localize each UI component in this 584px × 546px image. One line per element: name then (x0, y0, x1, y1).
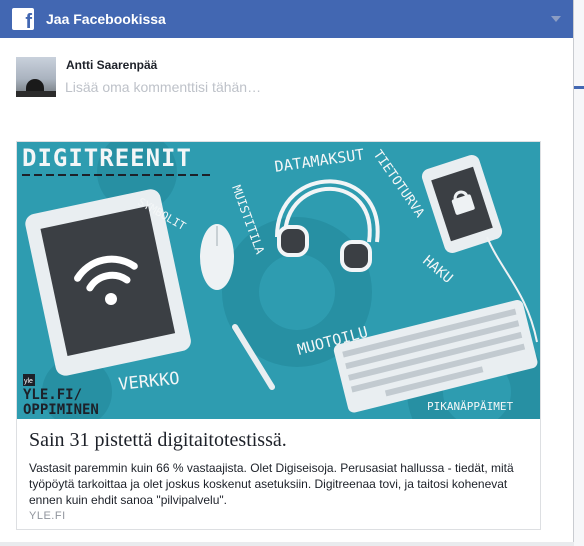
facebook-icon: f (12, 8, 34, 30)
preview-image[interactable]: DIGITREENIT DATAMAKSUT TIETOTURVA SYMBOL… (17, 142, 540, 419)
share-dialog: f Jaa Facebookissa Antti Saarenpää Lisää… (0, 0, 574, 542)
yle-url-line1: YLE.FI/ (23, 387, 82, 403)
background-page-edge (574, 0, 584, 546)
card-title[interactable]: Sain 31 pistettä digitaitotestissä. (29, 429, 287, 452)
comment-input[interactable] (65, 79, 545, 95)
card-domain: YLE.FI (29, 510, 66, 522)
yle-logo: yle (24, 378, 33, 385)
yle-url-line2: OPPIMINEN (23, 402, 99, 418)
chevron-down-icon[interactable] (551, 16, 561, 22)
avatar (16, 57, 56, 97)
user-name: Antti Saarenpää (66, 58, 158, 72)
card-description: Vastasit paremmin kuin 66 % vastaajista.… (29, 461, 514, 507)
dialog-title: Jaa Facebookissa (46, 11, 166, 27)
image-heading: DIGITREENIT (22, 144, 192, 172)
dialog-titlebar: f Jaa Facebookissa (0, 0, 573, 38)
mouse-illustration (200, 224, 234, 290)
label-pikanappaimet: PIKANÄPPÄIMET (427, 400, 513, 413)
link-preview-card[interactable]: DIGITREENIT DATAMAKSUT TIETOTURVA SYMBOL… (16, 141, 541, 530)
composer: Antti Saarenpää (16, 57, 556, 99)
